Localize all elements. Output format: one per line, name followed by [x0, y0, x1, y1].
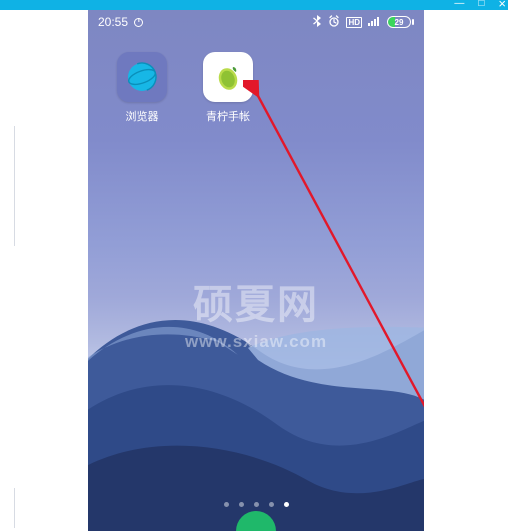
- page-dot[interactable]: [224, 502, 229, 507]
- window-titlebar: [0, 0, 508, 10]
- signal-hd-icon: HD: [346, 17, 362, 28]
- page-dot[interactable]: [284, 502, 289, 507]
- app-lime-journal-tile: [203, 52, 253, 102]
- page-indicator: [88, 502, 424, 507]
- watermark-line2: www.sxiaw.com: [185, 332, 327, 352]
- annotation-arrow: [243, 80, 424, 510]
- left-gutter: [0, 10, 15, 531]
- page-dot[interactable]: [254, 502, 259, 507]
- app-browser-label: 浏览器: [126, 108, 159, 124]
- lime-icon: [212, 61, 244, 93]
- window-controls: — □ ×: [454, 0, 506, 9]
- globe-icon: [125, 60, 159, 94]
- battery-percent-label: 29: [388, 17, 410, 27]
- home-icon-grid: 浏览器 青柠手帐: [88, 52, 424, 124]
- status-bar: 20:55 HD 29: [88, 10, 424, 34]
- phone-screen: 20:55 HD 29: [88, 10, 424, 531]
- watermark: 硕夏网 www.sxiaw.com: [185, 272, 327, 352]
- status-time: 20:55: [98, 15, 128, 29]
- window-minimize-button[interactable]: —: [454, 0, 464, 9]
- screenshot-root: — □ × 20:55: [0, 0, 508, 531]
- window-maximize-button[interactable]: □: [478, 0, 484, 9]
- page-dot[interactable]: [239, 502, 244, 507]
- power-saver-icon: [134, 18, 143, 27]
- watermark-line1: 硕夏网: [185, 272, 327, 330]
- page-dot[interactable]: [269, 502, 274, 507]
- signal-strength-icon: [368, 15, 381, 29]
- home-button-peek[interactable]: [236, 511, 276, 531]
- alarm-icon: [328, 15, 340, 30]
- app-browser-tile: [117, 52, 167, 102]
- bluetooth-icon: [312, 15, 322, 30]
- wallpaper-dunes: [88, 229, 424, 531]
- app-lime-journal-label: 青柠手帐: [206, 108, 250, 124]
- window-close-button[interactable]: ×: [498, 0, 506, 9]
- app-browser[interactable]: 浏览器: [112, 52, 172, 124]
- app-lime-journal[interactable]: 青柠手帐: [198, 52, 258, 124]
- battery-indicator: 29: [387, 16, 414, 28]
